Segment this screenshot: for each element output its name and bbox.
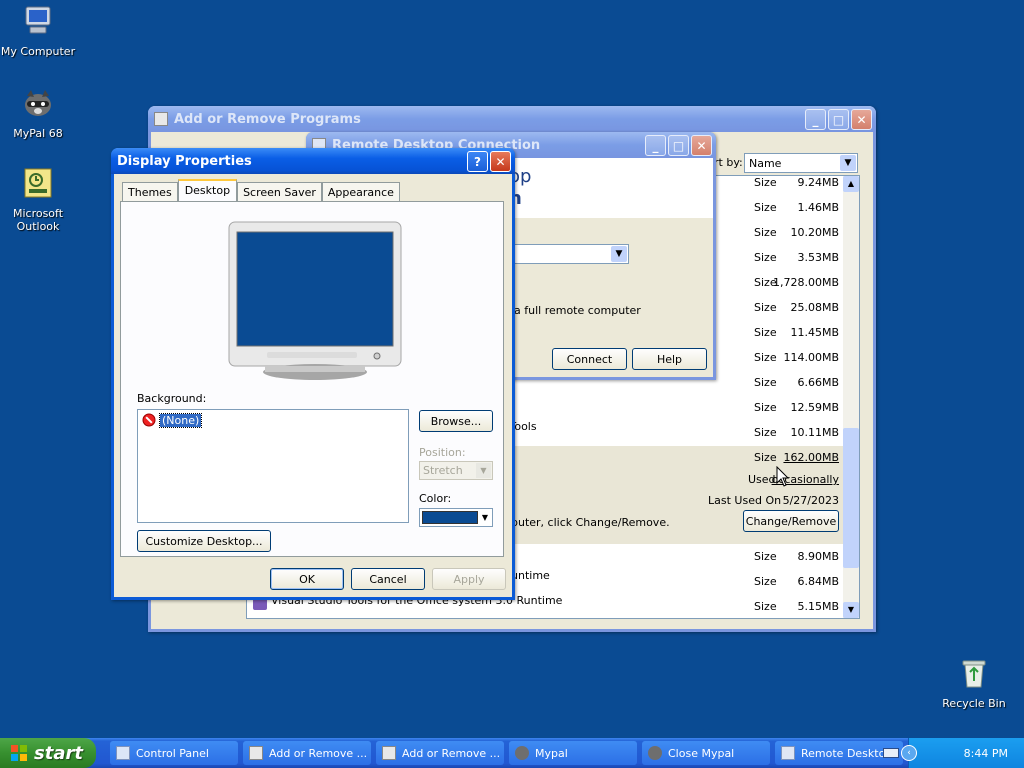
outlook-icon bbox=[24, 168, 52, 198]
chevron-down-icon[interactable]: ▼ bbox=[479, 510, 491, 525]
sort-by-value: Name bbox=[749, 157, 782, 170]
recycle-bin-icon bbox=[962, 660, 986, 688]
tab-appearance[interactable]: Appearance bbox=[321, 182, 400, 202]
position-value: Stretch bbox=[423, 464, 463, 477]
selected-size-label: Size bbox=[754, 451, 777, 464]
desktop-tab-page: Background: (None) Browse... Position: S… bbox=[120, 201, 504, 557]
desktop-icon-my-computer[interactable]: My Computer bbox=[0, 4, 78, 58]
color-label: Color: bbox=[419, 492, 452, 505]
close-button[interactable]: ✕ bbox=[490, 151, 511, 172]
taskbar-item-add-remove-1[interactable]: Add or Remove ... bbox=[243, 741, 371, 765]
cancel-button[interactable]: Cancel bbox=[351, 568, 425, 590]
background-label: Background: bbox=[137, 392, 207, 405]
program-name: untime bbox=[511, 569, 550, 582]
add-remove-icon bbox=[249, 746, 263, 760]
mouse-cursor-icon bbox=[776, 466, 790, 487]
help-button[interactable]: Help bbox=[632, 348, 707, 370]
start-button[interactable]: start bbox=[0, 738, 96, 768]
connect-button[interactable]: Connect bbox=[552, 348, 627, 370]
scroll-thumb[interactable] bbox=[843, 428, 859, 568]
no-entry-icon bbox=[142, 413, 156, 427]
display-properties-titlebar[interactable]: Display Properties ? ✕ bbox=[111, 148, 515, 174]
scroll-up-arrow-icon[interactable]: ▲ bbox=[843, 176, 859, 192]
minimize-button[interactable]: _ bbox=[805, 109, 826, 130]
change-remove-button[interactable]: Change/Remove bbox=[743, 510, 839, 532]
list-item[interactable]: (None) bbox=[142, 412, 203, 428]
selected-size: 162.00MB bbox=[783, 451, 839, 464]
background-item-none: (None) bbox=[158, 412, 203, 428]
chevron-down-icon[interactable]: ▼ bbox=[840, 155, 856, 171]
chevron-down-icon[interactable]: ▼ bbox=[611, 246, 627, 262]
taskbar: start Control Panel Add or Remove ... Ad… bbox=[0, 738, 1024, 768]
monitor-preview bbox=[228, 221, 402, 380]
sort-by-dropdown[interactable]: Name ▼ bbox=[744, 153, 858, 173]
computer-icon bbox=[25, 6, 51, 34]
remote-desktop-icon bbox=[781, 746, 795, 760]
browse-button[interactable]: Browse... bbox=[419, 410, 493, 432]
maximize-button[interactable]: □ bbox=[668, 135, 689, 156]
desktop-icon-label: MyPal 68 bbox=[13, 127, 63, 140]
position-dropdown[interactable]: Stretch ▼ bbox=[419, 461, 493, 480]
windows-logo-icon bbox=[11, 745, 27, 761]
taskbar-item-control-panel[interactable]: Control Panel bbox=[110, 741, 238, 765]
tab-screen-saver[interactable]: Screen Saver bbox=[237, 182, 322, 202]
desktop-icon-label: Recycle Bin bbox=[942, 697, 1006, 710]
scroll-down-arrow-icon[interactable]: ▼ bbox=[843, 602, 859, 618]
clock[interactable]: 8:44 PM bbox=[964, 747, 1008, 760]
tray-expand-icon[interactable]: ‹ bbox=[901, 745, 917, 761]
taskbar-item-close-mypal[interactable]: Close Mypal bbox=[642, 741, 770, 765]
tab-strip: Themes Desktop Screen Saver Appearance bbox=[122, 179, 400, 202]
desktop-icon-mypal[interactable]: MyPal 68 bbox=[0, 86, 78, 140]
last-used-value: 5/27/2023 bbox=[782, 494, 839, 507]
window-title: Display Properties bbox=[117, 153, 252, 169]
raccoon-icon bbox=[25, 90, 51, 116]
minimize-button[interactable]: _ bbox=[645, 135, 666, 156]
desktop-icon-label: Microsoft Outlook bbox=[12, 207, 64, 233]
display-properties-window[interactable]: Display Properties ? ✕ Themes Desktop Sc… bbox=[111, 148, 515, 600]
window-title: Add or Remove Programs bbox=[174, 111, 361, 127]
ok-button[interactable]: OK bbox=[270, 568, 344, 590]
help-icon[interactable]: ? bbox=[467, 151, 488, 172]
window-icon bbox=[154, 112, 168, 126]
add-remove-titlebar[interactable]: Add or Remove Programs _ □ ✕ bbox=[148, 106, 876, 132]
desktop-icon-outlook[interactable]: Microsoft Outlook bbox=[0, 166, 78, 233]
chevron-down-icon: ▼ bbox=[476, 463, 491, 478]
apply-button[interactable]: Apply bbox=[432, 568, 506, 590]
tab-desktop[interactable]: Desktop bbox=[177, 179, 238, 202]
customize-desktop-button[interactable]: Customize Desktop... bbox=[137, 530, 271, 552]
system-tray: ‹ 8:44 PM bbox=[883, 738, 1024, 768]
taskbar-item-mypal[interactable]: Mypal bbox=[509, 741, 637, 765]
keyboard-icon[interactable] bbox=[883, 748, 899, 758]
start-label: start bbox=[34, 742, 83, 764]
desktop-icon-recycle-bin[interactable]: Recycle Bin bbox=[934, 656, 1014, 710]
list-scrollbar[interactable]: ▲ ▼ bbox=[843, 176, 859, 618]
add-remove-icon bbox=[382, 746, 396, 760]
color-picker-button[interactable]: ▼ bbox=[419, 508, 493, 527]
background-list[interactable]: (None) bbox=[137, 409, 409, 523]
last-used-label: Last Used On bbox=[708, 494, 782, 507]
tab-themes[interactable]: Themes bbox=[122, 182, 178, 202]
taskbar-item-add-remove-2[interactable]: Add or Remove ... bbox=[376, 741, 504, 765]
raccoon-icon bbox=[515, 746, 529, 760]
close-button[interactable]: ✕ bbox=[691, 135, 712, 156]
computer-dropdown[interactable]: ▼ bbox=[509, 244, 629, 264]
control-panel-icon bbox=[116, 746, 130, 760]
color-swatch bbox=[422, 511, 478, 524]
close-button[interactable]: ✕ bbox=[851, 109, 872, 130]
change-remove-hint: puter, click Change/Remove. bbox=[511, 516, 670, 529]
sort-by-label: rt by: bbox=[714, 156, 743, 169]
position-label: Position: bbox=[419, 446, 466, 459]
desktop-icon-label: My Computer bbox=[0, 45, 76, 58]
raccoon-icon bbox=[648, 746, 662, 760]
remote-hint: a full remote computer bbox=[514, 304, 641, 317]
maximize-button[interactable]: □ bbox=[828, 109, 849, 130]
